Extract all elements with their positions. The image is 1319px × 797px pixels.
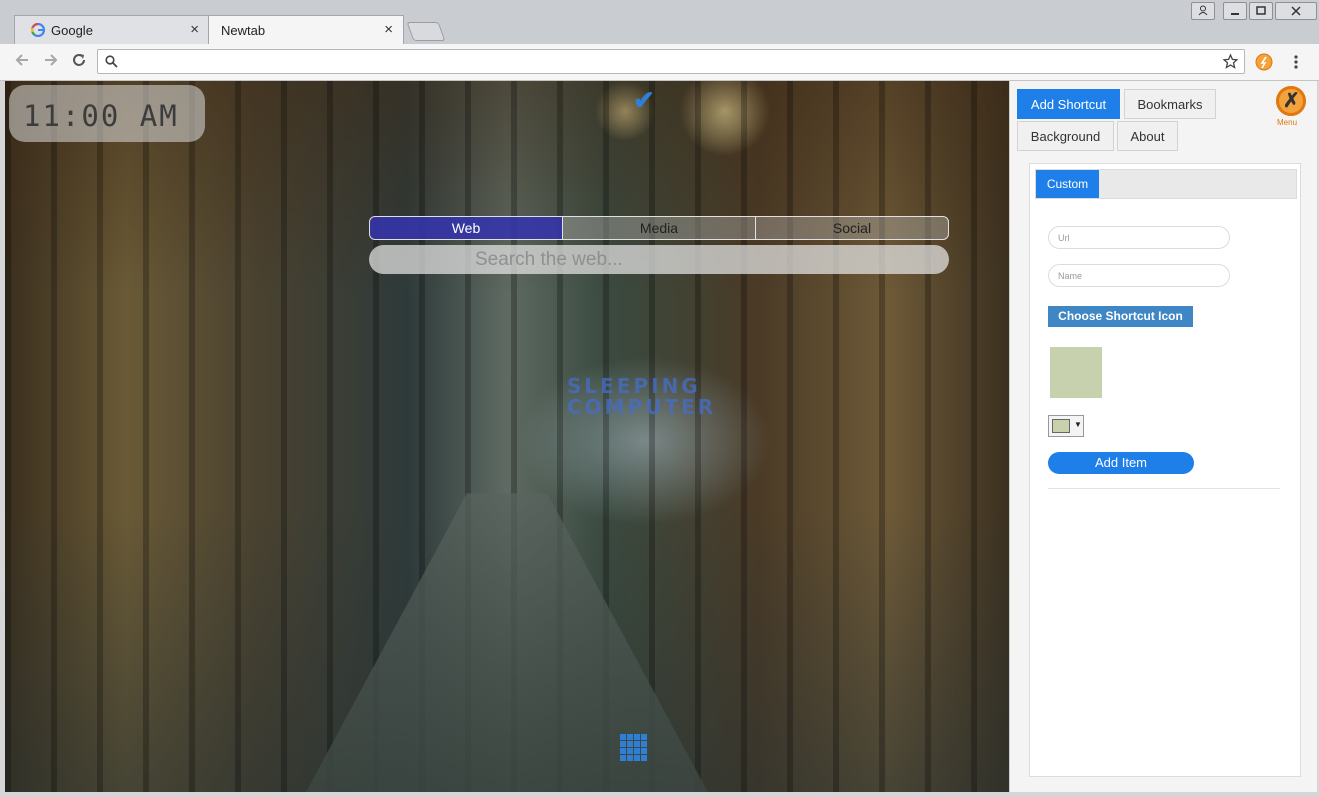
search-tabs: Web Media Social	[369, 216, 949, 240]
add-item-button[interactable]: Add Item	[1048, 452, 1194, 474]
minimize-button[interactable]	[1223, 2, 1247, 20]
icon-preview	[1050, 347, 1102, 398]
color-chip	[1052, 419, 1070, 433]
name-field[interactable]	[1048, 264, 1230, 287]
close-icon[interactable]: ×	[190, 21, 199, 38]
kebab-menu-icon[interactable]	[1293, 54, 1299, 70]
settings-panel: Add Shortcut Bookmarks Background About …	[1009, 81, 1317, 792]
background-image	[5, 81, 1009, 792]
clock: 11:00 AM	[9, 85, 205, 142]
tab-label: Google	[51, 23, 93, 38]
tab-google[interactable]: Google ×	[14, 15, 210, 44]
checkmark-icon: ✔	[633, 85, 655, 115]
choose-shortcut-icon-button[interactable]: Choose Shortcut Icon	[1048, 306, 1193, 327]
search-tab-web[interactable]: Web	[370, 217, 563, 239]
star-icon[interactable]	[1223, 54, 1238, 69]
reload-icon[interactable]	[71, 52, 87, 68]
tab-label: Newtab	[221, 23, 266, 38]
address-input[interactable]	[124, 52, 1218, 72]
menu-icon: ✗	[1283, 90, 1300, 112]
subtab-custom[interactable]: Custom	[1036, 170, 1099, 198]
divider	[1048, 488, 1280, 489]
maximize-button[interactable]	[1249, 2, 1273, 20]
add-shortcut-card: Custom Choose Shortcut Icon ▼ Add Item	[1029, 163, 1301, 777]
google-icon	[31, 23, 45, 37]
tab-about[interactable]: About	[1117, 121, 1178, 151]
search-input[interactable]	[369, 245, 949, 274]
search-tab-media[interactable]: Media	[563, 217, 756, 239]
forward-icon[interactable]	[43, 52, 59, 68]
watermark-line: SLEEPING	[567, 374, 701, 398]
close-window-button[interactable]	[1275, 2, 1317, 20]
address-bar[interactable]	[97, 49, 1245, 74]
apps-grid-icon[interactable]	[620, 734, 647, 761]
subtab-bar: Custom	[1035, 169, 1297, 199]
watermark-line: COMPUTER	[567, 395, 717, 419]
profile-icon[interactable]	[1191, 2, 1215, 20]
search-tab-social[interactable]: Social	[756, 217, 948, 239]
close-icon[interactable]: ×	[384, 21, 393, 38]
search-icon	[105, 55, 118, 68]
url-field[interactable]	[1048, 226, 1230, 249]
watermark: SLEEPING COMPUTER	[567, 376, 716, 418]
browser-toolbar	[0, 44, 1319, 81]
newtab-page: 11:00 AM ✔ Web Media Social SLEEPING COM…	[5, 81, 1009, 792]
tab-newtab[interactable]: Newtab ×	[208, 15, 404, 44]
menu-button[interactable]: ✗ Menu	[1276, 86, 1306, 127]
color-picker[interactable]: ▼	[1048, 415, 1084, 437]
tab-add-shortcut[interactable]: Add Shortcut	[1017, 89, 1120, 119]
extension-icon[interactable]	[1255, 53, 1273, 71]
tab-bookmarks[interactable]: Bookmarks	[1124, 89, 1216, 119]
menu-label: Menu	[1277, 118, 1298, 127]
title-bar: Google × Newtab ×	[0, 0, 1319, 45]
back-icon[interactable]	[14, 52, 30, 68]
tab-background[interactable]: Background	[1017, 121, 1114, 151]
chevron-down-icon: ▼	[1074, 420, 1082, 429]
new-tab-button[interactable]	[406, 22, 446, 41]
